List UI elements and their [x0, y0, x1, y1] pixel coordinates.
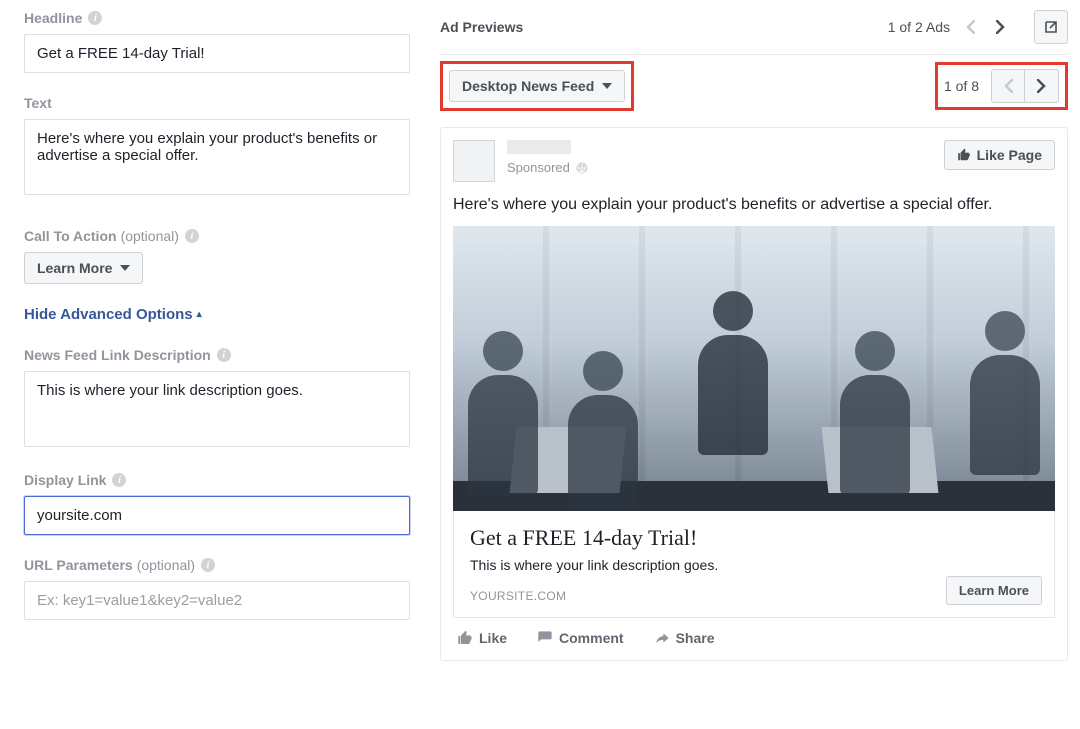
placement-pager-text: 1 of 8 — [944, 78, 979, 94]
urlparams-input[interactable] — [24, 581, 410, 620]
linkdesc-label: News Feed Link Description i — [24, 347, 410, 363]
info-icon[interactable]: i — [201, 558, 215, 572]
info-icon[interactable]: i — [88, 11, 102, 25]
cta-label: Call To Action (optional) i — [24, 228, 410, 244]
info-icon[interactable]: i — [185, 229, 199, 243]
comment-button[interactable]: Comment — [537, 630, 624, 646]
cta-dropdown[interactable]: Learn More — [24, 252, 143, 284]
ad-preview-card: Sponsored Like Page Here's where you exp… — [440, 127, 1068, 661]
info-icon[interactable]: i — [112, 473, 126, 487]
next-placement-button[interactable] — [1025, 69, 1059, 103]
headline-label: Headline i — [24, 10, 410, 26]
link-card[interactable]: Get a FREE 14-day Trial! This is where y… — [453, 511, 1055, 618]
text-input[interactable]: Here's where you explain your product's … — [24, 119, 410, 195]
linkdesc-input[interactable]: This is where your link description goes… — [24, 371, 410, 447]
like-button[interactable]: Like — [457, 630, 507, 646]
displaylink-input[interactable] — [24, 496, 410, 535]
prev-ad-button[interactable] — [960, 17, 980, 37]
learn-more-button[interactable]: Learn More — [946, 576, 1042, 605]
placement-dropdown[interactable]: Desktop News Feed — [449, 70, 625, 102]
urlparams-label: URL Parameters (optional) i — [24, 557, 410, 573]
post-body-text: Here's where you explain your product's … — [453, 194, 1055, 216]
next-ad-button[interactable] — [990, 17, 1010, 37]
globe-icon — [576, 162, 588, 174]
text-label: Text — [24, 95, 410, 111]
sponsored-label: Sponsored — [507, 160, 588, 175]
share-button[interactable]: Share — [654, 630, 715, 646]
displaylink-label: Display Link i — [24, 472, 410, 488]
advanced-options-toggle[interactable]: Hide Advanced Options ▴ — [24, 306, 410, 323]
headline-input[interactable] — [24, 34, 410, 73]
ad-creative-image[interactable] — [453, 226, 1055, 511]
like-page-button[interactable]: Like Page — [944, 140, 1055, 170]
page-name-placeholder[interactable] — [507, 140, 571, 154]
ad-previews-title: Ad Previews — [440, 19, 523, 35]
page-avatar[interactable] — [453, 140, 495, 182]
caret-up-icon: ▴ — [197, 309, 202, 320]
ads-pager-text: 1 of 2 Ads — [888, 19, 950, 35]
link-card-description: This is where your link description goes… — [470, 557, 1038, 573]
info-icon[interactable]: i — [217, 348, 231, 362]
popout-button[interactable] — [1034, 10, 1068, 44]
link-card-title: Get a FREE 14-day Trial! — [470, 525, 1038, 551]
chevron-down-icon — [602, 83, 612, 89]
prev-placement-button[interactable] — [991, 69, 1025, 103]
chevron-down-icon — [120, 265, 130, 271]
